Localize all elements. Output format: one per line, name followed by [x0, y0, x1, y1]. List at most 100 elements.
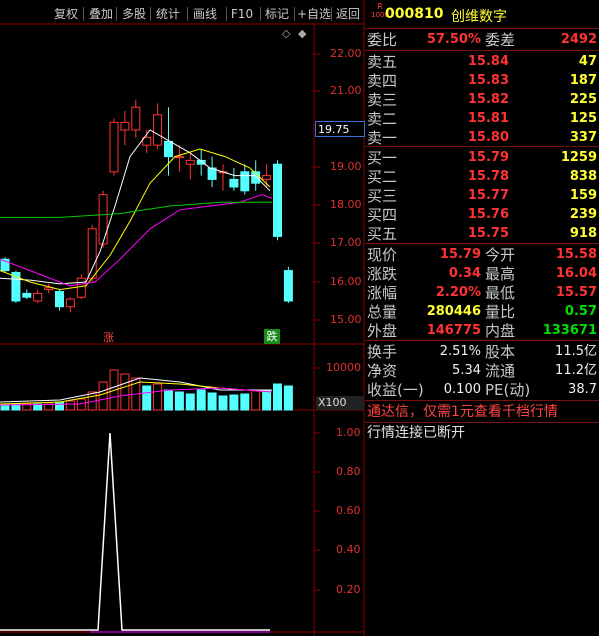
candle-body	[283, 270, 293, 302]
fundamental-row: 收益(一) 0.100 PE(动) 38.7	[365, 380, 599, 400]
ask-label: 卖二	[367, 110, 398, 128]
diamond-icon[interactable]: ◇	[282, 27, 290, 40]
stock-code: 000810	[385, 6, 444, 22]
ma5-line	[0, 129, 271, 285]
diamond-filled-icon[interactable]: ◆	[298, 27, 306, 40]
volume-bar	[174, 391, 184, 411]
quote-label: 涨跌	[367, 265, 398, 283]
toolbar-6-button[interactable]: 标记	[262, 4, 292, 24]
volume-bar	[142, 385, 152, 411]
toolbar-separator	[226, 7, 227, 21]
candle-body	[109, 121, 119, 173]
weicha-value: 2492	[560, 32, 597, 47]
bid-row: 买四 15.76 239	[365, 205, 599, 225]
promo-link[interactable]: 通达信，仅需1元查看千档行情	[367, 402, 558, 422]
stock-header: R 1000 000810 创维数字	[365, 0, 599, 28]
quote-row: 涨幅 2.20% 最低 15.57	[365, 283, 599, 303]
toolbar-0-button[interactable]: 复权	[50, 4, 82, 24]
quote-label: 外盘	[367, 322, 398, 340]
candle-body	[174, 156, 184, 159]
quote-value: 15.58	[555, 247, 597, 262]
volume-bar	[185, 393, 195, 411]
toolbar-separator	[331, 7, 332, 21]
volume-bar	[120, 373, 130, 411]
promo-row: 通达信，仅需1元查看千档行情	[365, 402, 599, 422]
candle-body	[229, 178, 239, 188]
volume-bar	[164, 389, 173, 411]
toolbar-7-button[interactable]: +自选	[296, 4, 332, 24]
bid-price: 15.77	[467, 188, 509, 203]
price-tick-label: 17.00	[330, 236, 362, 249]
toolbar-3-button[interactable]: 统计	[152, 4, 184, 24]
ask-volume: 125	[569, 111, 597, 126]
toolbar-separator	[150, 7, 151, 21]
fundamental-value: 2.51%	[439, 344, 481, 359]
quote-label: 量比	[485, 303, 516, 321]
volume-bar	[65, 400, 75, 411]
quote-value: 15.57	[555, 285, 597, 300]
weibi-label: 委比	[367, 31, 398, 49]
volume-tick: 10000	[326, 361, 361, 374]
quote-row: 外盘 146775 内盘 133671	[365, 321, 599, 341]
candle-body	[76, 277, 86, 298]
indicator-tick-label: 0.20	[336, 583, 361, 596]
bid-volume: 918	[569, 226, 597, 241]
candle-body	[153, 114, 163, 146]
volume-bar	[207, 392, 217, 411]
candle-body	[33, 292, 43, 302]
toolbar-2-button[interactable]: 多股	[118, 4, 150, 24]
quote-value: 146775	[426, 323, 481, 338]
chart-toolbar: 复权 叠加 多股 统计 画线 F10 标记 +自选 返回	[0, 4, 364, 24]
bid-row: 买一 15.79 1259	[365, 148, 599, 168]
volume-bar	[283, 385, 293, 411]
volume-bar	[196, 389, 206, 411]
fundamental-label: 净资	[367, 362, 398, 380]
quote-label: 最高	[485, 265, 516, 283]
quote-label: 今开	[485, 246, 516, 264]
bid-label: 买一	[367, 149, 398, 167]
ask-volume: 187	[569, 73, 597, 88]
quote-row: 总量 280446 量比 0.57	[365, 302, 599, 322]
toolbar-separator	[83, 7, 84, 21]
candle-body	[65, 298, 75, 308]
panel-divider	[365, 340, 599, 341]
toolbar-separator	[260, 7, 261, 21]
panel-divider	[365, 243, 599, 244]
ask-volume: 337	[569, 130, 597, 145]
fundamental-value: 0.100	[443, 382, 481, 397]
volume-bar	[273, 383, 282, 411]
stock-name: 创维数字	[451, 9, 507, 25]
toolbar-4-button[interactable]: 画线	[189, 4, 221, 24]
candle-body	[120, 121, 130, 131]
kline-chart[interactable]	[0, 0, 365, 636]
fundamental-row: 净资 5.34 流通 11.2亿	[365, 361, 599, 381]
quote-row: 现价 15.79 今开 15.58	[365, 245, 599, 265]
bid-label: 买二	[367, 168, 398, 186]
toolbar-1-button[interactable]: 叠加	[85, 4, 117, 24]
toolbar-5-button[interactable]: F10	[228, 4, 256, 24]
ask-price: 15.83	[467, 73, 509, 88]
bid-price: 15.78	[467, 169, 509, 184]
bid-row: 买五 15.75 918	[365, 224, 599, 244]
indicator-tick-label: 0.60	[336, 504, 361, 517]
bid-volume: 239	[569, 207, 597, 222]
bid-price: 15.79	[467, 150, 509, 165]
toolbar-separator	[187, 7, 188, 21]
fundamental-label: 换手	[367, 343, 398, 361]
panel-divider	[365, 50, 599, 51]
volume-bar	[229, 394, 239, 411]
connection-status: 行情连接已断开	[367, 425, 465, 441]
quote-value: 2.20%	[435, 285, 481, 300]
volume-bar	[251, 389, 261, 411]
volume-bar	[55, 401, 64, 411]
toolbar-8-button[interactable]: 返回	[333, 4, 363, 24]
fundamental-row: 换手 2.51% 股本 11.5亿	[365, 342, 599, 362]
ask-price: 15.84	[467, 54, 509, 69]
ma20-line	[0, 194, 273, 287]
fundamental-value: 11.2亿	[555, 363, 597, 378]
candle-body	[240, 171, 250, 192]
quote-panel: R 1000 000810 创维数字 委比 57.50% 委差 2492 卖五 15.84…	[365, 0, 599, 636]
indicator-line	[0, 432, 270, 631]
ask-label: 卖三	[367, 91, 398, 109]
volume-bar	[240, 393, 250, 411]
